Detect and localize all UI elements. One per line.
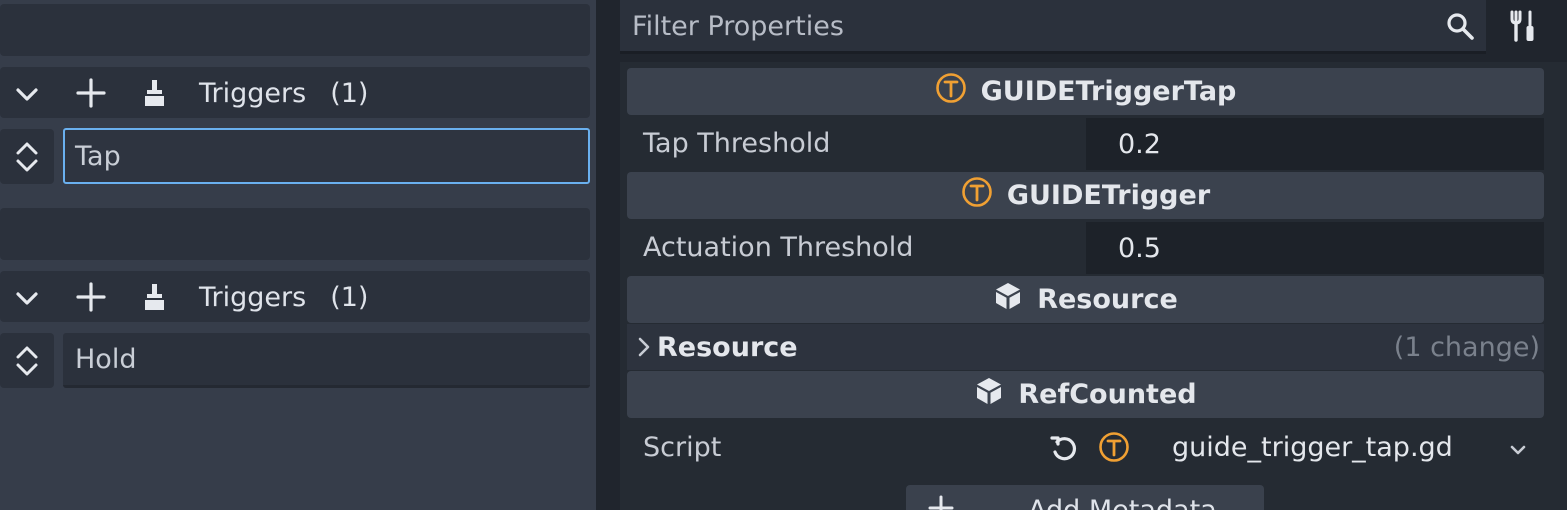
trigger-name-field[interactable]: Hold (63, 333, 590, 388)
tools-icon[interactable] (1500, 4, 1546, 48)
add-metadata-button[interactable]: Add Metadata (906, 485, 1264, 510)
triggers-label: Triggers (199, 281, 307, 313)
script-class-icon (1097, 430, 1131, 464)
section-title: RefCounted (1018, 379, 1197, 410)
triggers-label: Triggers (199, 77, 307, 109)
clear-brush-icon[interactable] (138, 279, 172, 315)
resource-group-label: Resource (657, 331, 798, 363)
chevron-down-icon[interactable] (8, 75, 46, 113)
reorder-stepper[interactable] (0, 129, 54, 184)
tap-threshold-field[interactable]: 0.2 (1086, 118, 1544, 170)
empty-row-middle (0, 208, 590, 260)
script-class-icon (961, 176, 993, 215)
resource-cube-icon (993, 281, 1023, 318)
section-header-refcounted: RefCounted (627, 371, 1544, 418)
resource-change-count: (1 change) (1393, 331, 1540, 363)
property-label: Tap Threshold (643, 127, 831, 159)
section-header-guide-trigger: GUIDETrigger (627, 172, 1544, 219)
section-header-guide-trigger-tap: GUIDETriggerTap (627, 68, 1544, 115)
script-file-name: guide_trigger_tap.gd (1172, 431, 1453, 463)
add-icon[interactable] (72, 278, 110, 316)
property-label: Script (643, 431, 722, 463)
property-tap-threshold: Tap Threshold (643, 120, 830, 166)
panel-splitter[interactable] (596, 0, 618, 510)
trigger-name-field[interactable]: Tap (63, 128, 590, 184)
revert-icon[interactable] (1046, 430, 1082, 466)
chevron-down-icon[interactable] (1504, 436, 1532, 464)
add-metadata-label: Add Metadata (1028, 495, 1217, 510)
trigger-name-value: Tap (75, 140, 121, 172)
section-title: Resource (1037, 284, 1178, 315)
section-title: GUIDETrigger (1006, 180, 1211, 211)
clear-brush-icon[interactable] (138, 75, 172, 111)
add-icon[interactable] (72, 74, 110, 112)
search-icon (1440, 6, 1480, 46)
reorder-stepper[interactable] (0, 333, 54, 388)
section-header-resource: Resource (627, 276, 1544, 323)
refcounted-cube-icon (974, 376, 1004, 413)
triggers-count: (1) (330, 281, 369, 313)
triggers-count: (1) (330, 77, 369, 109)
trigger-name-value: Hold (75, 343, 137, 375)
empty-row-top (0, 4, 590, 56)
property-value: 0.5 (1118, 232, 1161, 264)
triggers-header-label: Triggers (1) (199, 277, 368, 317)
filter-placeholder: Filter Properties (632, 10, 844, 42)
property-script: Script (643, 424, 721, 470)
property-actuation-threshold: Actuation Threshold (643, 224, 913, 270)
chevron-right-icon (637, 336, 651, 358)
section-title: GUIDETriggerTap (980, 76, 1237, 107)
script-resource-picker[interactable]: guide_trigger_tap.gd (1172, 424, 1453, 470)
property-value: 0.2 (1118, 128, 1161, 160)
add-icon (928, 495, 954, 510)
chevron-down-icon[interactable] (8, 279, 46, 317)
resource-group-row[interactable]: Resource (1 change) (627, 324, 1544, 370)
property-label: Actuation Threshold (643, 231, 914, 263)
script-class-icon (935, 72, 967, 111)
triggers-header-label: Triggers (1) (199, 73, 368, 113)
actuation-threshold-field[interactable]: 0.5 (1086, 222, 1544, 274)
